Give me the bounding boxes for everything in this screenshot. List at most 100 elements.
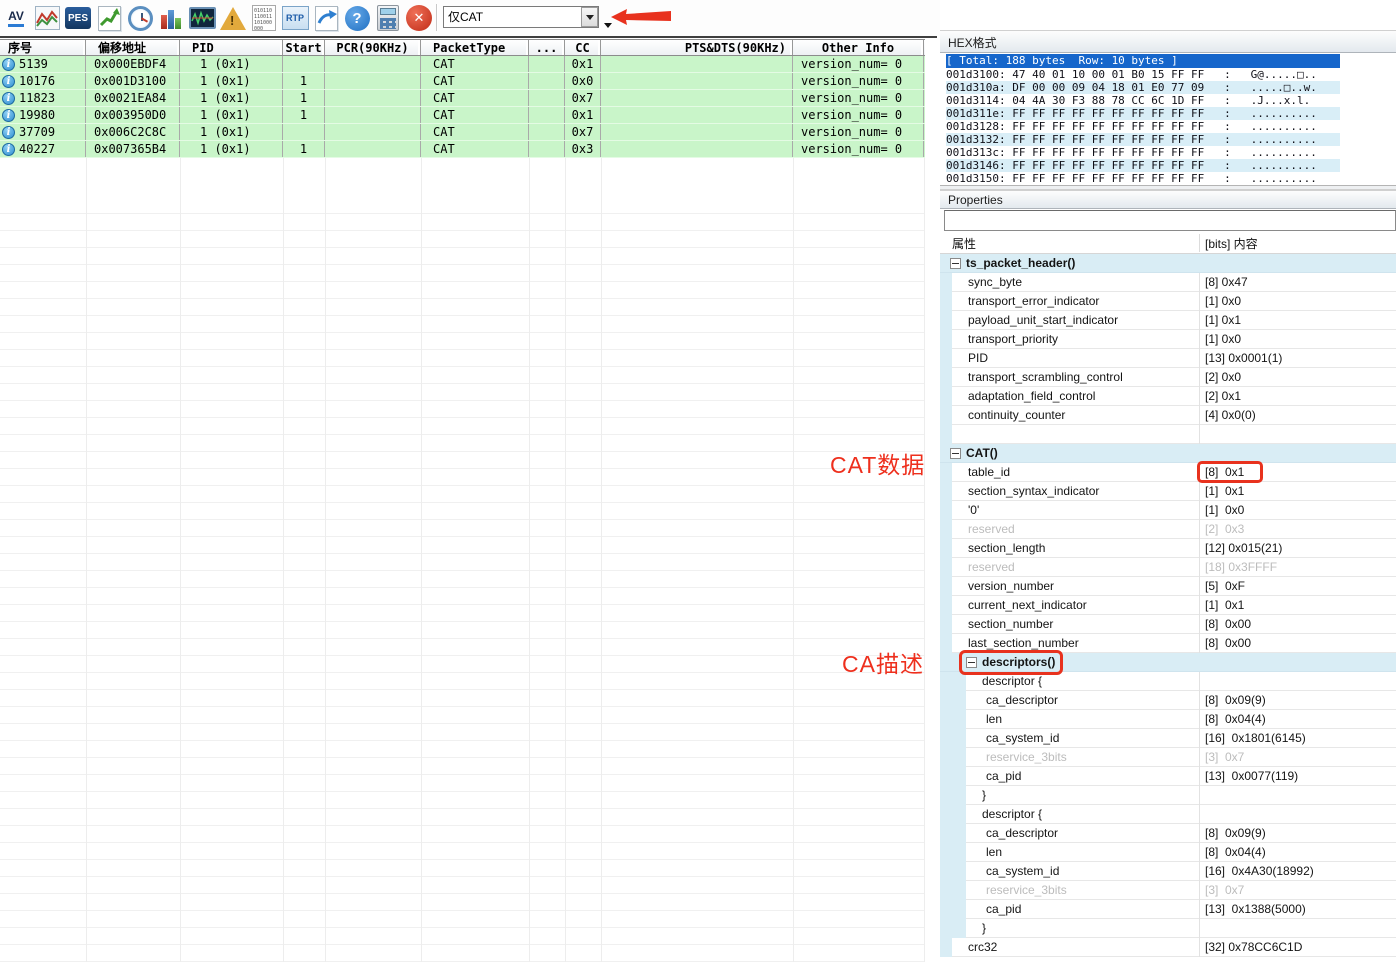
- column-header-more[interactable]: ...: [529, 40, 565, 55]
- property-row[interactable]: transport_priority [1] 0x0: [940, 330, 1396, 349]
- info-icon[interactable]: i: [2, 92, 15, 105]
- column-header-cc[interactable]: CC: [565, 40, 601, 55]
- property-row[interactable]: reserved [18] 0x3FFFF: [940, 558, 1396, 577]
- property-name: reserved: [968, 560, 1015, 574]
- property-row[interactable]: '0' [1] 0x0: [940, 501, 1396, 520]
- property-row[interactable]: transport_scrambling_control [2] 0x0: [940, 368, 1396, 387]
- property-row[interactable]: ca_system_id [16] 0x1801(6145): [940, 729, 1396, 748]
- calculator-icon[interactable]: [374, 4, 402, 32]
- hex-row[interactable]: 001d3114: 04 4A 30 F3 88 78 CC 6C 1D FF …: [946, 94, 1340, 107]
- property-row[interactable]: crc32 [32] 0x78CC6C1D: [940, 938, 1396, 957]
- column-header-start[interactable]: Start: [283, 40, 325, 55]
- property-row[interactable]: table_id [8] 0x1: [940, 461, 1396, 483]
- property-row[interactable]: continuity_counter [4] 0x0(0): [940, 406, 1396, 425]
- column-header-seq[interactable]: 序号: [0, 40, 86, 55]
- collapse-minus-icon[interactable]: [950, 258, 961, 269]
- psi-chart-icon[interactable]: [33, 4, 61, 32]
- property-row[interactable]: section_syntax_indicator [1] 0x1: [940, 482, 1396, 501]
- hex-row[interactable]: 001d313c: FF FF FF FF FF FF FF FF FF FF …: [946, 146, 1340, 159]
- collapse-minus-icon[interactable]: [950, 448, 961, 459]
- property-row[interactable]: reservice_3bits [3] 0x7: [940, 748, 1396, 767]
- properties-col-divider[interactable]: [1199, 234, 1200, 252]
- property-row[interactable]: }: [940, 786, 1396, 805]
- info-icon[interactable]: i: [2, 109, 15, 122]
- table-row[interactable]: i 11823 0x0021EA84 1 (0x1) 1 CAT 0x7 vers…: [0, 90, 925, 107]
- grid-line: [180, 158, 181, 962]
- pcr-clock-icon[interactable]: [126, 4, 154, 32]
- statistics-bars-icon[interactable]: [157, 4, 185, 32]
- properties-filter-input[interactable]: [944, 210, 1396, 231]
- property-row[interactable]: ca_descriptor [8] 0x09(9): [940, 824, 1396, 843]
- column-header-pid[interactable]: PID: [180, 40, 283, 55]
- property-group-row[interactable]: descriptors(): [940, 650, 1396, 675]
- property-row[interactable]: version_number [5] 0xF: [940, 577, 1396, 596]
- cell-more: [529, 124, 565, 140]
- chevron-down-icon[interactable]: [581, 7, 598, 27]
- property-row[interactable]: ca_pid [13] 0x1388(5000): [940, 900, 1396, 919]
- property-row[interactable]: len [8] 0x04(4): [940, 843, 1396, 862]
- av-sync-icon[interactable]: AV: [2, 4, 30, 32]
- hex-row[interactable]: 001d3146: FF FF FF FF FF FF FF FF FF FF …: [946, 159, 1340, 172]
- property-name: ca_pid: [986, 769, 1022, 783]
- stop-icon[interactable]: ✕: [405, 4, 433, 32]
- property-group-row[interactable]: ts_packet_header(): [940, 254, 1396, 273]
- table-row[interactable]: i 10176 0x001D3100 1 (0x1) 1 CAT 0x0 vers…: [0, 73, 925, 90]
- cell-otherinfo: version_num= 0: [793, 124, 924, 140]
- hex-row[interactable]: 001d310a: DF 00 00 09 04 18 01 E0 77 09 …: [946, 81, 1340, 94]
- property-row[interactable]: sync_byte [8] 0x47: [940, 273, 1396, 292]
- property-row[interactable]: section_length [12] 0x015(21): [940, 539, 1396, 558]
- property-row[interactable]: current_next_indicator [1] 0x1: [940, 596, 1396, 615]
- property-row[interactable]: descriptor {: [940, 805, 1396, 824]
- property-name: ca_descriptor: [986, 826, 1059, 840]
- column-header-packettype[interactable]: PacketType: [421, 40, 529, 55]
- column-header-offset[interactable]: 偏移地址: [86, 40, 180, 55]
- property-row[interactable]: PID [13] 0x0001(1): [940, 349, 1396, 368]
- rtp-icon[interactable]: RTP: [281, 4, 309, 32]
- hex-row[interactable]: 001d3128: FF FF FF FF FF FF FF FF FF FF …: [946, 120, 1340, 133]
- hex-row[interactable]: 001d3100: 47 40 01 10 00 01 B0 15 FF FF …: [946, 68, 1340, 81]
- hex-dump-list[interactable]: [ Total: 188 bytes Row: 10 bytes ] 001d3…: [946, 54, 1340, 184]
- column-header-ptsdts[interactable]: PTS&DTS(90KHz): [601, 40, 793, 55]
- property-name: crc32: [968, 940, 998, 954]
- grid-line: [565, 158, 566, 962]
- info-icon[interactable]: i: [2, 75, 15, 88]
- property-value: [1] 0x1: [1205, 484, 1245, 498]
- property-row[interactable]: reservice_3bits [3] 0x7: [940, 881, 1396, 900]
- warning-icon[interactable]: !: [219, 4, 247, 32]
- hex-row[interactable]: 001d3150: FF FF FF FF FF FF FF FF FF FF …: [946, 172, 1340, 184]
- hex-summary-row[interactable]: [ Total: 188 bytes Row: 10 bytes ]: [946, 54, 1340, 68]
- property-value: [4] 0x0(0): [1205, 408, 1256, 422]
- info-icon[interactable]: i: [2, 58, 15, 71]
- table-row[interactable]: i 19980 0x003950D0 1 (0x1) 1 CAT 0x1 vers…: [0, 107, 925, 124]
- table-row[interactable]: i 40227 0x007365B4 1 (0x1) 1 CAT 0x3 vers…: [0, 141, 925, 158]
- table-row[interactable]: i 5139 0x000EBDF4 1 (0x1) CAT 0x1 version…: [0, 56, 925, 73]
- value-column-divider: [1199, 368, 1200, 387]
- hex-row[interactable]: 001d311e: FF FF FF FF FF FF FF FF FF FF …: [946, 107, 1340, 120]
- help-icon[interactable]: ?: [343, 4, 371, 32]
- info-icon[interactable]: i: [2, 126, 15, 139]
- property-row[interactable]: section_number [8] 0x00: [940, 615, 1396, 634]
- property-row[interactable]: ca_pid [13] 0x0077(119): [940, 767, 1396, 786]
- pes-icon[interactable]: PES: [64, 4, 92, 32]
- property-row[interactable]: adaptation_field_control [2] 0x1: [940, 387, 1396, 406]
- property-row[interactable]: reserved [2] 0x3: [940, 520, 1396, 539]
- info-icon[interactable]: i: [2, 143, 15, 156]
- property-row[interactable]: [940, 425, 1396, 444]
- packet-filter-dropdown[interactable]: 仅CAT: [443, 6, 599, 28]
- cell-start: 1: [283, 90, 325, 106]
- property-row[interactable]: ca_descriptor [8] 0x09(9): [940, 691, 1396, 710]
- property-group-row[interactable]: CAT(): [940, 444, 1396, 463]
- property-row[interactable]: len [8] 0x04(4): [940, 710, 1396, 729]
- column-header-pcr[interactable]: PCR(90KHz): [325, 40, 421, 55]
- property-row[interactable]: payload_unit_start_indicator [1] 0x1: [940, 311, 1396, 330]
- hex-row[interactable]: 001d3132: FF FF FF FF FF FF FF FF FF FF …: [946, 133, 1340, 146]
- property-row[interactable]: }: [940, 919, 1396, 938]
- column-header-otherinfo[interactable]: Other Info: [793, 40, 924, 55]
- export-icon[interactable]: [312, 4, 340, 32]
- property-row[interactable]: transport_error_indicator [1] 0x0: [940, 292, 1396, 311]
- bitrate-trend-icon[interactable]: [95, 4, 123, 32]
- binary-data-icon[interactable]: 010110 110011 101000 000: [250, 4, 278, 32]
- table-row[interactable]: i 37709 0x006C2C8C 1 (0x1) CAT 0x7 versio…: [0, 124, 925, 141]
- property-row[interactable]: ca_system_id [16] 0x4A30(18992): [940, 862, 1396, 881]
- waveform-monitor-icon[interactable]: [188, 4, 216, 32]
